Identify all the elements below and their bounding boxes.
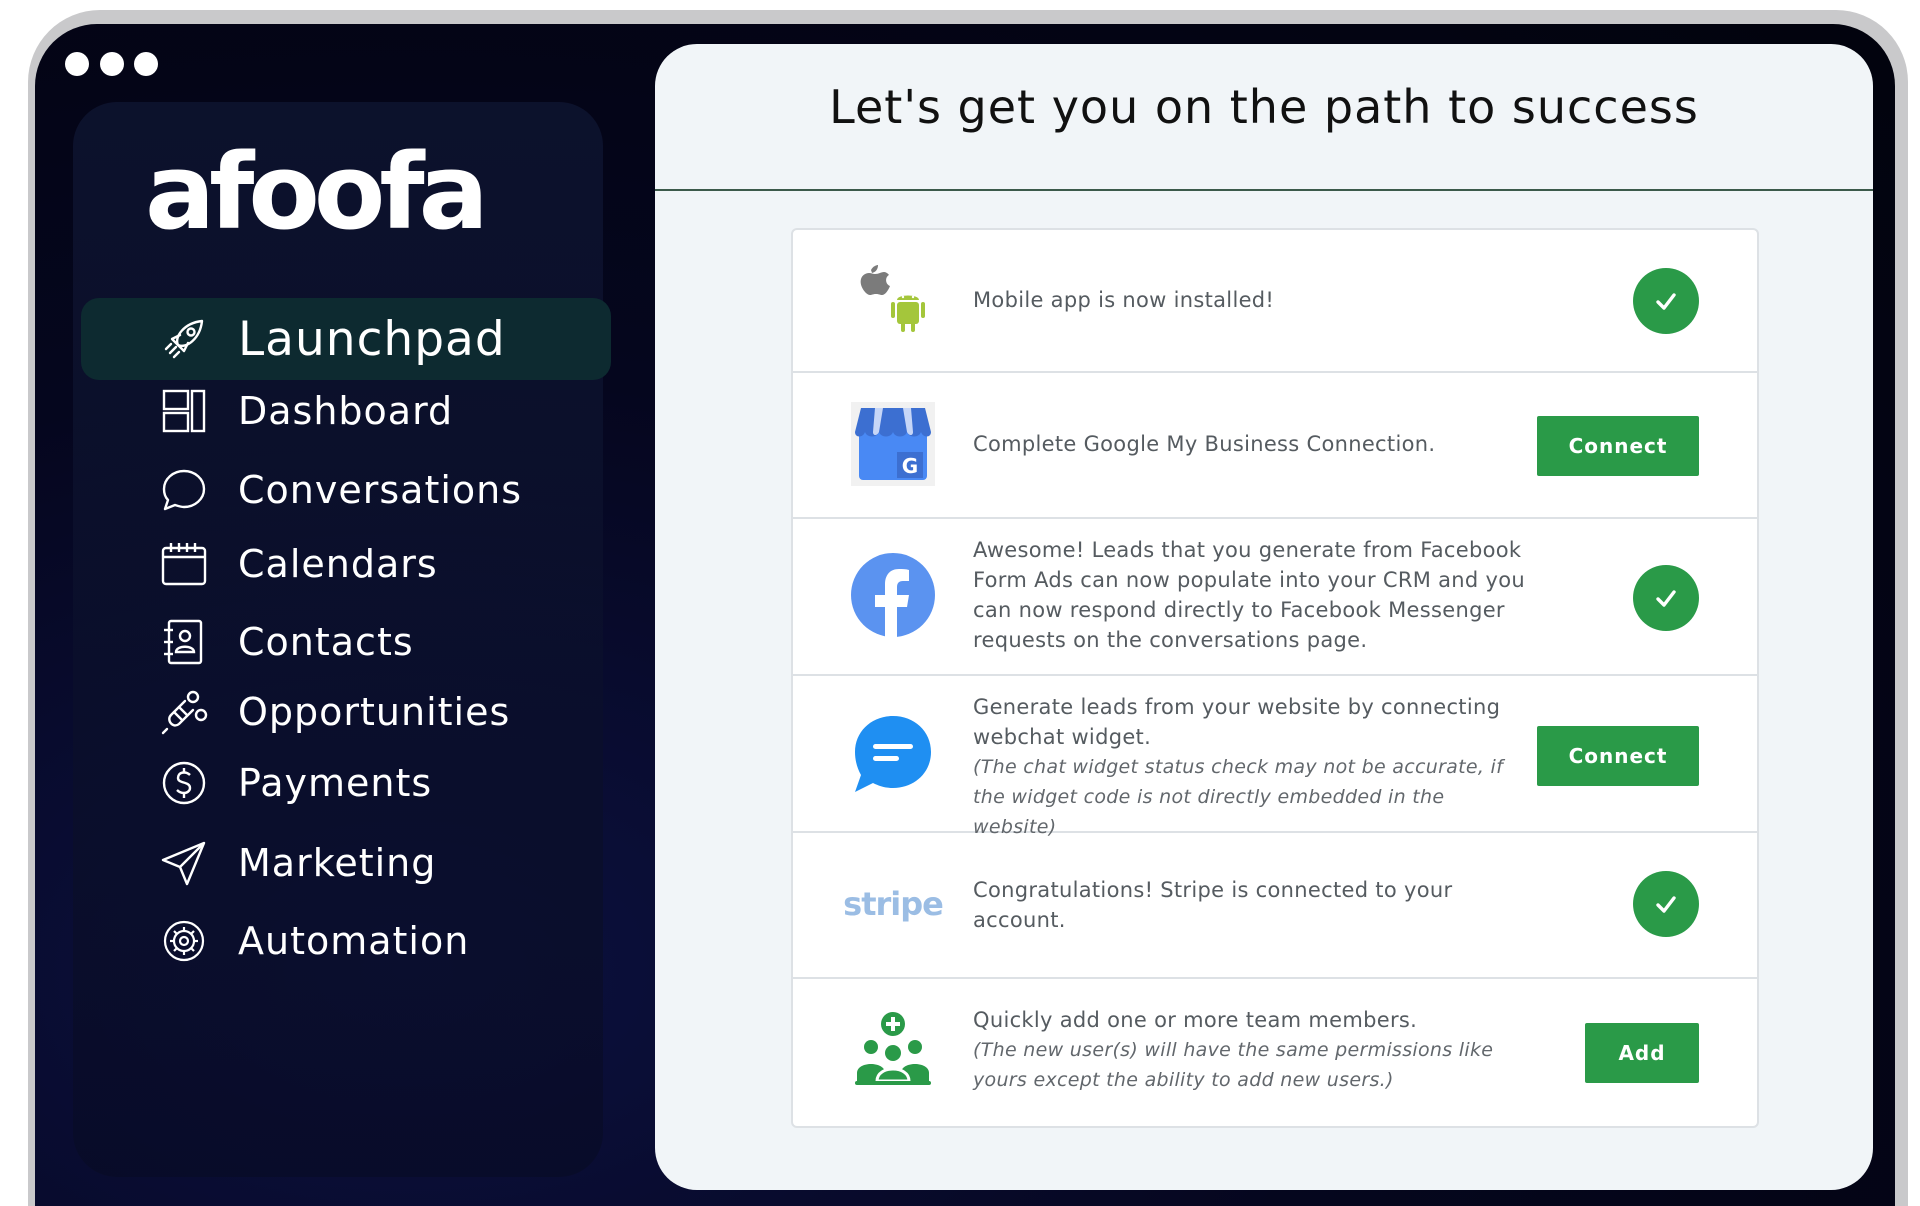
task-text: Complete Google My Business Connection. xyxy=(973,432,1436,456)
list-item: Generate leads from your website by conn… xyxy=(793,674,1757,838)
sidebar-item-label: Opportunities xyxy=(238,690,511,734)
gear-cycle-icon xyxy=(157,914,211,968)
sidebar-item-dashboard[interactable]: Dashboard xyxy=(81,370,611,452)
connect-button[interactable]: Connect xyxy=(1537,416,1699,476)
list-item: Quickly add one or more team members. (T… xyxy=(793,977,1757,1126)
sidebar-item-label: Marketing xyxy=(238,841,437,885)
device-frame: afoofa Launchpad Dashboard Conversations… xyxy=(35,24,1895,1206)
sidebar-item-label: Calendars xyxy=(238,542,438,586)
rocket-icon xyxy=(157,312,211,366)
task-text-group: Quickly add one or more team members. (T… xyxy=(973,1005,1533,1095)
svg-text:G: G xyxy=(902,454,918,478)
sidebar-item-label: Conversations xyxy=(238,468,523,512)
connect-button[interactable]: Connect xyxy=(1537,726,1699,786)
task-text-group: Generate leads from your website by conn… xyxy=(973,692,1533,842)
sidebar-item-label: Payments xyxy=(238,761,433,805)
check-icon xyxy=(1633,565,1699,631)
sidebar-item-automation[interactable]: Automation xyxy=(81,900,611,982)
task-note: (The chat widget status check may not be… xyxy=(973,756,1504,838)
task-text: Quickly add one or more team members. xyxy=(973,1008,1418,1032)
sidebar-item-marketing[interactable]: Marketing xyxy=(81,822,611,904)
google-my-business-icon: G xyxy=(851,402,935,486)
sidebar-item-opportunities[interactable]: Opportunities xyxy=(81,671,611,753)
dollar-circle-icon xyxy=(157,756,211,810)
window-dot-2 xyxy=(100,52,124,76)
facebook-icon xyxy=(851,553,935,637)
apple-android-icon xyxy=(851,258,935,342)
sidebar-item-label: Launchpad xyxy=(238,311,506,367)
list-item: stripe Congratulations! Stripe is connec… xyxy=(793,831,1757,979)
check-icon xyxy=(1633,871,1699,937)
sidebar-item-launchpad[interactable]: Launchpad xyxy=(81,298,611,380)
task-list: Mobile app is now installed! G Complete … xyxy=(791,228,1759,1128)
page-title: Let's get you on the path to success xyxy=(829,80,1699,134)
chat-bubble-icon xyxy=(157,463,211,517)
stripe-logo-text: stripe xyxy=(843,885,944,923)
task-text: Mobile app is now installed! xyxy=(973,288,1275,312)
task-text: Congratulations! Stripe is connected to … xyxy=(973,878,1453,932)
sidebar-item-payments[interactable]: Payments xyxy=(81,742,611,824)
task-text: Generate leads from your website by conn… xyxy=(973,695,1501,749)
magnet-icon xyxy=(157,685,211,739)
launchpad-panel: Let's get you on the path to success Mob… xyxy=(655,44,1873,1190)
list-item: Mobile app is now installed! xyxy=(793,230,1757,373)
contacts-book-icon xyxy=(157,615,211,669)
add-team-icon xyxy=(851,1009,935,1093)
title-divider xyxy=(655,189,1873,191)
list-item: Awesome! Leads that you generate from Fa… xyxy=(793,517,1757,676)
task-text: Awesome! Leads that you generate from Fa… xyxy=(973,538,1525,652)
paper-plane-icon xyxy=(157,836,211,890)
list-item: G Complete Google My Business Connection… xyxy=(793,371,1757,519)
stripe-icon: stripe xyxy=(843,862,944,946)
sidebar-item-conversations[interactable]: Conversations xyxy=(81,449,611,531)
sidebar-item-calendars[interactable]: Calendars xyxy=(81,523,611,605)
sidebar: afoofa Launchpad Dashboard Conversations… xyxy=(73,102,611,1177)
check-icon xyxy=(1633,268,1699,334)
calendar-icon xyxy=(157,537,211,591)
sidebar-item-label: Contacts xyxy=(238,620,414,664)
sidebar-item-label: Automation xyxy=(238,919,470,963)
window-dot-3 xyxy=(134,52,158,76)
brand-logo: afoofa xyxy=(145,131,489,253)
window-dot-1 xyxy=(65,52,89,76)
dashboard-icon xyxy=(157,384,211,438)
webchat-icon xyxy=(851,712,935,796)
add-button[interactable]: Add xyxy=(1585,1023,1699,1083)
task-note: (The new user(s) will have the same perm… xyxy=(973,1039,1494,1091)
sidebar-item-label: Dashboard xyxy=(238,389,454,433)
